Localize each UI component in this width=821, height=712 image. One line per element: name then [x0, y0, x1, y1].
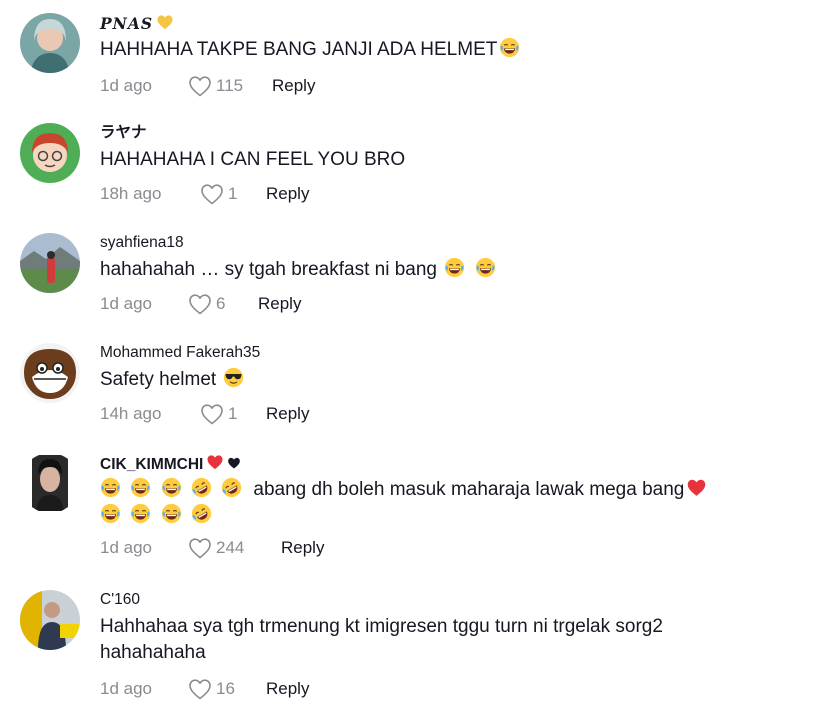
- like-count: 6: [216, 294, 226, 313]
- joy-emoji: [161, 477, 182, 498]
- comment-username[interactable]: ラヤナ: [100, 123, 800, 143]
- like-button[interactable]: 16: [188, 678, 266, 700]
- like-button[interactable]: 6: [188, 293, 258, 315]
- joy-emoji: [130, 503, 151, 524]
- comment-time: 14h ago: [100, 404, 162, 423]
- heart-outline-icon: [200, 183, 224, 205]
- comment-username[interactable]: syahfiena18: [100, 233, 800, 253]
- comment-time: 1d ago: [100, 679, 152, 698]
- like-button[interactable]: 115: [188, 75, 272, 97]
- reply-button[interactable]: Reply: [266, 679, 309, 699]
- heart-outline-icon: [188, 678, 212, 700]
- comment-text: HAHAHAHA I CAN FEEL YOU BRO: [100, 149, 406, 170]
- comment-text: Hahhahaa sya tgh trmenung kt imigresen t…: [100, 616, 663, 663]
- rofl-emoji: [191, 477, 212, 498]
- reply-button[interactable]: Reply: [281, 538, 324, 558]
- avatar[interactable]: [20, 343, 80, 403]
- like-button[interactable]: 1: [200, 403, 266, 425]
- comment-time: 1d ago: [100, 294, 152, 313]
- comment-time: 18h ago: [100, 184, 162, 203]
- red-heart-icon: [206, 453, 224, 471]
- red-heart-icon: [686, 477, 707, 498]
- joy-emoji: [161, 503, 182, 524]
- like-count: 1: [228, 404, 238, 423]
- comment-meta: 1d ago 115 Reply: [100, 73, 800, 99]
- comment-text: Safety helmet: [100, 367, 800, 393]
- like-button[interactable]: 1: [200, 183, 266, 205]
- heart-outline-icon: [188, 537, 212, 559]
- avatar[interactable]: [20, 233, 80, 293]
- like-count: 16: [216, 679, 235, 698]
- comment-text: HAHHAHA TAKPE BANG JANJI ADA HELMET: [100, 37, 800, 63]
- comment-meta: 18h ago 1 Reply: [100, 181, 800, 207]
- joy-emoji: [130, 477, 151, 498]
- comment-meta: 1d ago 244 Reply: [100, 535, 800, 561]
- like-count: 1: [228, 184, 238, 203]
- comment-username[interactable]: C'160: [100, 590, 800, 610]
- avatar[interactable]: [20, 13, 80, 73]
- comment-username[interactable]: Mohammed Fakerah35: [100, 343, 800, 363]
- joy-emoji: [100, 477, 121, 498]
- yellow-heart-icon: [156, 13, 174, 31]
- joy-emoji: [499, 37, 520, 58]
- sunglasses-emoji: [223, 367, 244, 388]
- heart-outline-icon: [200, 403, 224, 425]
- heart-outline-icon: [188, 293, 212, 315]
- avatar[interactable]: [20, 123, 80, 183]
- comment-meta: 1d ago 16 Reply: [100, 676, 800, 702]
- reply-button[interactable]: Reply: [266, 404, 309, 424]
- comment-text: hahahahah … sy tgah breakfast ni bang: [100, 257, 800, 283]
- comment-meta: 14h ago 1 Reply: [100, 401, 800, 427]
- reply-button[interactable]: Reply: [272, 76, 315, 96]
- reply-button[interactable]: Reply: [266, 184, 309, 204]
- comment-username[interactable]: PNAS: [100, 13, 800, 33]
- comment-username[interactable]: CIK_KIMMCHI: [100, 453, 800, 473]
- comment-time: 1d ago: [100, 538, 152, 557]
- like-count: 244: [216, 538, 245, 557]
- avatar[interactable]: [20, 590, 80, 650]
- avatar[interactable]: [20, 453, 80, 513]
- black-heart-icon: [227, 456, 241, 470]
- like-button[interactable]: 244: [188, 537, 281, 559]
- reply-button[interactable]: Reply: [258, 294, 301, 314]
- rofl-emoji: [191, 503, 212, 524]
- rofl-emoji: [221, 477, 242, 498]
- comment-text: abang dh boleh masuk maharaja lawak mega…: [100, 477, 800, 529]
- joy-emoji: [444, 257, 465, 278]
- comment-meta: 1d ago 6 Reply: [100, 291, 800, 317]
- joy-emoji: [100, 503, 121, 524]
- heart-outline-icon: [188, 75, 212, 97]
- like-count: 115: [216, 76, 244, 95]
- joy-emoji: [475, 257, 496, 278]
- comment-time: 1d ago: [100, 76, 152, 95]
